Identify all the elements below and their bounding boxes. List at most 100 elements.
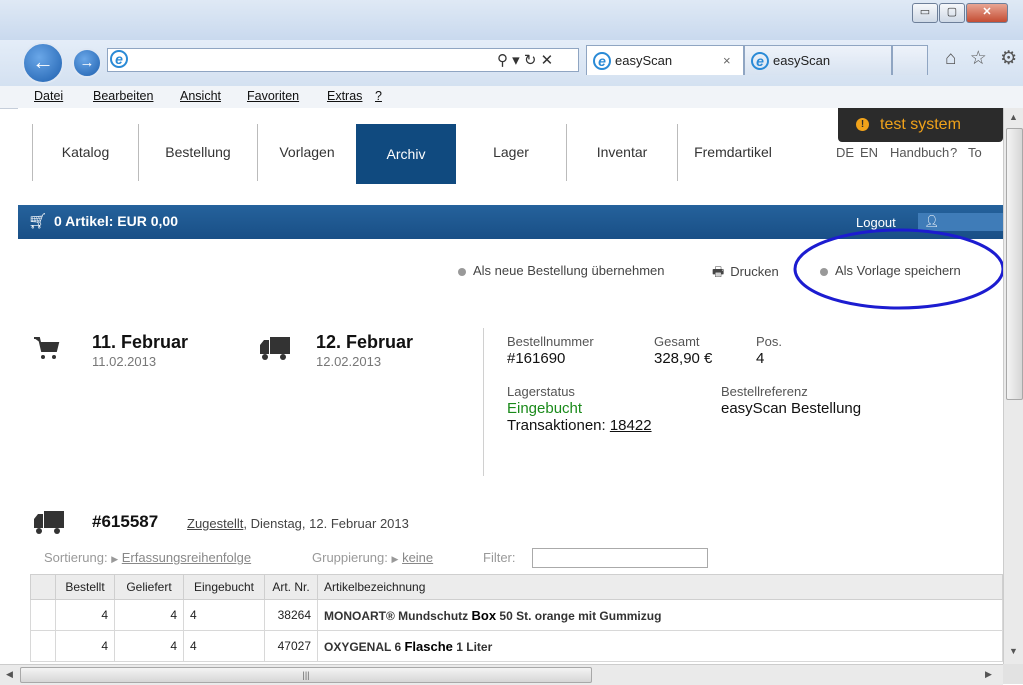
group-value-link[interactable]: keine — [402, 550, 433, 565]
cell-artnr: 47027 — [264, 630, 318, 662]
shipment-status-line: Zugestellt, Dienstag, 12. Februar 2013 — [187, 516, 409, 531]
lang-en-link[interactable]: EN — [860, 145, 878, 160]
cell-bestellt: 4 — [55, 630, 115, 662]
menu-ansicht[interactable]: Ansicht — [180, 89, 221, 103]
scroll-thumb[interactable] — [1006, 128, 1023, 400]
tab-easyscan-2[interactable]: e easyScan — [744, 45, 892, 75]
cell-artnr: 38264 — [264, 599, 318, 631]
help-link[interactable]: ? — [950, 145, 957, 160]
triangle-right-icon: ▶ — [111, 554, 119, 564]
tab-label: easyScan — [773, 53, 831, 68]
nav-inventar[interactable]: Inventar — [567, 108, 677, 197]
table-row[interactable]: 4 4 4 38264 MONOART® Mundschutz Box 50 S… — [30, 599, 1003, 631]
menu-favoriten[interactable]: Favoriten — [247, 89, 299, 103]
maximize-button[interactable]: ▢ — [939, 3, 965, 23]
cell-artikelbezeichnung: OXYGENAL 6 Flasche 1 Liter — [317, 630, 1003, 662]
cell-artikelbezeichnung: MONOART® Mundschutz Box 50 St. orange mi… — [317, 599, 1003, 631]
group-control: Gruppierung: ▶ keine — [312, 550, 434, 565]
sort-value-link[interactable]: Erfassungsreihenfolge — [122, 550, 251, 565]
order-reference-value: easyScan Bestellung — [721, 400, 862, 417]
bullet-icon — [458, 267, 466, 276]
horizontal-scrollbar[interactable]: ◀ ||| ▶ — [0, 664, 1003, 685]
order-total-value: 328,90 € — [654, 350, 713, 367]
scroll-up-icon[interactable]: ▲ — [1009, 112, 1018, 122]
transactions-link[interactable]: 18422 — [610, 417, 652, 434]
row-cell-blank — [30, 630, 56, 662]
cell-eingebucht: 4 — [183, 630, 265, 662]
new-tab-button[interactable] — [892, 45, 928, 75]
info-divider — [483, 328, 484, 476]
filter-input[interactable] — [532, 548, 708, 568]
tab-easyscan-1[interactable]: e easyScan × — [586, 45, 744, 75]
new-order-action[interactable]: Als neue Bestellung übernehmen — [458, 263, 665, 278]
cart-summary[interactable]: 0 Artikel: EUR 0,00 — [54, 213, 178, 229]
cart-large-icon — [32, 334, 60, 362]
col-header-artnr[interactable]: Art. Nr. — [264, 574, 318, 600]
scroll-left-icon[interactable]: ◀ — [6, 669, 13, 680]
vertical-scrollbar[interactable]: ▲ ▼ — [1003, 108, 1023, 664]
window-titlebar: ▭ ▢ ✕ — [0, 0, 1023, 41]
cart-icon: 🛒︎ — [28, 213, 48, 230]
transactions: Transaktionen: 18422 — [507, 417, 652, 434]
more-link[interactable]: To — [968, 145, 982, 160]
cell-bestellt: 4 — [55, 599, 115, 631]
table-row[interactable]: 4 4 4 47027 OXYGENAL 6 Flasche 1 Liter — [30, 630, 1003, 662]
col-header-bestellt[interactable]: Bestellt — [55, 574, 115, 600]
nav-vorlagen[interactable]: Vorlagen — [258, 108, 356, 197]
stock-status-label: Lagerstatus — [507, 384, 575, 399]
positions-label: Pos. — [756, 334, 783, 349]
shipment-id: #615587 — [92, 512, 159, 531]
scroll-right-icon[interactable]: ▶ — [985, 669, 992, 680]
order-total-label: Gesamt — [654, 334, 700, 349]
lang-de-link[interactable]: DE — [836, 145, 854, 160]
tab-close-icon[interactable]: × — [723, 46, 731, 76]
nav-bestellung[interactable]: Bestellung — [139, 108, 257, 197]
filter-label: Filter: — [483, 550, 516, 565]
scroll-down-icon[interactable]: ▼ — [1009, 646, 1018, 656]
scroll-corner — [1003, 664, 1023, 684]
annotation-ellipse — [793, 228, 1003, 310]
table-header-blank — [30, 574, 56, 600]
address-tools-icon[interactable]: ⚲ ▾ ↻ ✕ — [497, 51, 553, 69]
order-date-sub: 11.02.2013 — [92, 354, 157, 369]
test-system-label: test system — [880, 116, 961, 133]
printer-icon: 🖶 — [712, 264, 725, 279]
menu-help[interactable]: ? — [375, 89, 382, 103]
handbuch-link[interactable]: Handbuch — [890, 145, 949, 160]
shipment-status-link[interactable]: Zugestellt — [187, 516, 243, 531]
test-system-badge: ! test system — [838, 108, 1003, 142]
nav-archiv[interactable]: Archiv — [356, 124, 456, 184]
menu-bar: Datei Bearbeiten Ansicht Favoriten Extra… — [0, 86, 1023, 109]
home-favorites-tools-icon[interactable]: ⌂ ☆ ⚙ — [945, 47, 1021, 70]
positions-value: 4 — [756, 350, 765, 367]
print-action[interactable]: 🖶 Drucken — [712, 263, 779, 285]
ie-logo-icon: e — [593, 52, 611, 70]
menu-datei[interactable]: Datei — [34, 89, 63, 103]
minimize-button[interactable]: ▭ — [912, 3, 938, 23]
nav-fremdartikel[interactable]: Fremdartikel — [678, 108, 788, 197]
nav-katalog[interactable]: Katalog — [33, 108, 138, 197]
cell-geliefert: 4 — [114, 599, 184, 631]
tab-label: easyScan — [615, 53, 673, 68]
forward-arrow-icon[interactable]: → — [72, 48, 102, 78]
nav-lager[interactable]: Lager — [456, 108, 566, 197]
cell-geliefert: 4 — [114, 630, 184, 662]
page-viewport: Katalog Bestellung Vorlagen Archiv Lager… — [18, 108, 1003, 664]
order-date-title: 11. Februar — [92, 332, 189, 352]
scroll-thumb-horizontal[interactable]: ||| — [20, 667, 592, 683]
order-number-value: #161690 — [507, 350, 566, 367]
order-reference-label: Bestellreferenz — [721, 384, 808, 399]
back-arrow-icon[interactable]: ← — [22, 42, 64, 84]
address-input[interactable] — [132, 51, 496, 69]
close-window-button[interactable]: ✕ — [966, 3, 1008, 23]
col-header-artikelbezeichnung[interactable]: Artikelbezeichnung — [317, 574, 1003, 600]
items-table: Bestellt Geliefert Eingebucht Art. Nr. A… — [30, 574, 1003, 662]
menu-bearbeiten[interactable]: Bearbeiten — [93, 89, 153, 103]
col-header-geliefert[interactable]: Geliefert — [114, 574, 184, 600]
ie-logo-icon: e — [751, 52, 769, 70]
order-number-label: Bestellnummer — [507, 334, 594, 349]
col-header-eingebucht[interactable]: Eingebucht — [183, 574, 265, 600]
menu-extras[interactable]: Extras — [327, 89, 362, 103]
warning-icon: ! — [856, 118, 869, 131]
delivery-date-title: 12. Februar — [316, 332, 414, 352]
